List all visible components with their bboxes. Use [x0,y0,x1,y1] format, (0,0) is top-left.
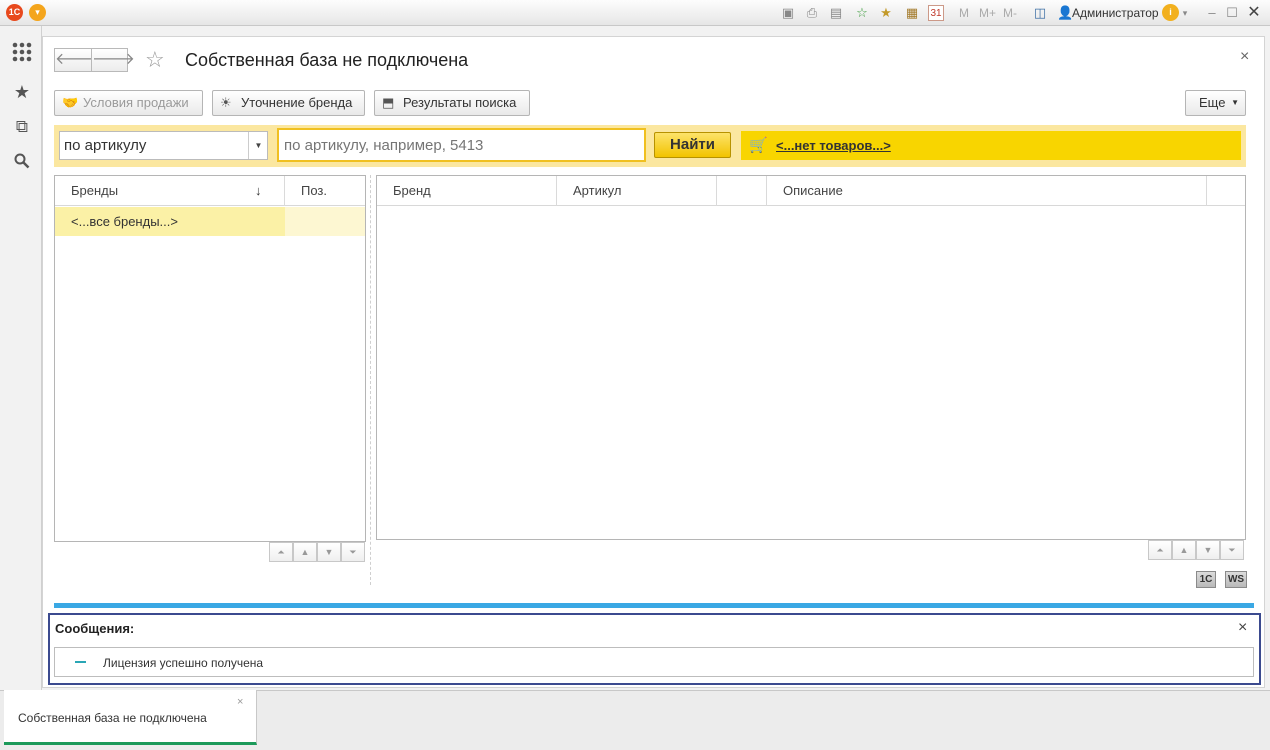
m-minus-button[interactable]: M- [1003,6,1017,20]
column-header-pos[interactable]: Поз. [285,176,365,206]
sale-terms-button[interactable]: 🤝 Условия продажи [54,90,203,116]
message-dash-icon [75,661,86,663]
close-window-icon[interactable]: ✕ [1246,5,1262,21]
more-label: Еще [1199,95,1226,110]
box-icon: ⬒ [382,95,395,110]
calendar-icon[interactable]: 31 [928,5,944,21]
search-mode-select[interactable]: по артикулу ▼ [59,131,268,160]
m-button[interactable]: M [959,6,969,20]
column-header-brands[interactable]: Бренды [55,176,285,206]
brand-refine-button[interactable]: ☀ Уточнение бренда [212,90,365,116]
brand-cell: <...все бренды...> [55,207,285,236]
info-icon[interactable]: i [1162,4,1179,21]
more-button[interactable]: Еще ▼ [1185,90,1246,116]
search-input[interactable] [277,128,646,162]
search-results-label: Результаты поиска [403,95,517,110]
scroll-bottom-icon[interactable]: ⏷ [341,542,365,562]
main-menu-icon[interactable]: ▾ [29,4,46,21]
pos-cell [285,207,365,236]
print-preview-icon[interactable]: ▤ [828,5,844,21]
scroll-down-icon[interactable]: ▼ [317,542,341,562]
minimize-icon[interactable]: – [1204,5,1220,21]
calendar-day: 31 [930,8,942,19]
results-table: Бренд Артикул Описание [376,175,1246,540]
page-title: Собственная база не подключена [185,50,469,70]
brand-refine-label: Уточнение бренда [241,95,353,110]
find-button[interactable]: Найти [654,132,731,158]
scroll-up-icon[interactable]: ▲ [293,542,317,562]
ws-badge-button[interactable]: WS [1225,571,1247,588]
print-icon[interactable]: ⎙ [804,5,820,21]
scroll-top-icon[interactable]: ⏶ [269,542,293,562]
chevron-down-icon[interactable]: ▼ [248,132,268,159]
handshake-icon: 🤝 [62,95,79,110]
app-logo-text: 1С [8,7,21,17]
favorites-star-icon[interactable]: ★ [11,81,33,103]
column-label-brands: Бренды [71,183,119,198]
search-mode-value: по артикулу [64,137,147,154]
app-logo-icon[interactable]: 1С [6,4,23,21]
message-text: Лицензия успешно получена [103,656,264,670]
more-dropdown-icon: ▼ [1231,98,1239,107]
table-row[interactable]: <...все бренды...> [55,207,365,236]
brands-table: Бренды ↓ Поз. <...все бренды...> [54,175,366,542]
column-label-brand: Бренд [393,183,431,198]
user-icon: 👤 [1057,5,1074,20]
splitter[interactable] [370,175,371,585]
maximize-icon[interactable]: ☐ [1224,5,1240,21]
column-header-brand[interactable]: Бренд [377,176,557,206]
sort-arrow-icon: ↓ [255,183,262,198]
tab-label: Собственная база не подключена [18,711,207,725]
search-icon[interactable] [11,153,33,175]
column-header-description[interactable]: Описание [767,176,1207,206]
window-title-bar: 1С ▾ ▣ ⎙ ▤ ☆ ★ ▦ 31 M M+ M- ◫ 👤 Админист… [0,0,1270,26]
cart-link[interactable]: <...нет товаров...> [776,138,891,153]
column-header-article[interactable]: Артикул [557,176,717,206]
results-scroll-down-icon[interactable]: ▼ [1196,540,1220,560]
m-plus-button[interactable]: M+ [979,6,996,20]
results-scroll-bottom-icon[interactable]: ⏷ [1220,540,1244,560]
form-close-icon[interactable]: × [1240,48,1249,66]
save-icon[interactable]: ▣ [780,5,796,21]
messages-divider[interactable] [54,603,1254,608]
sale-terms-label: Условия продажи [83,95,189,110]
cart-bar: 🛒 <...нет товаров...> [741,131,1241,160]
calculator-icon[interactable]: ▦ [904,5,920,21]
back-button[interactable]: 🡐 [54,48,98,72]
favorites-icon[interactable]: ★ [878,5,894,21]
lightbulb-icon: ☀ [220,95,232,110]
results-scroll-top-icon[interactable]: ⏶ [1148,540,1172,560]
column-label-description: Описание [783,183,843,198]
add-favorite-icon[interactable]: ☆ [854,5,870,21]
user-name[interactable]: Администратор [1072,6,1159,20]
forward-button[interactable]: 🡒 [91,48,135,72]
column-label-pos: Поз. [301,183,327,198]
history-icon[interactable]: ⧉ [11,116,33,138]
message-item[interactable]: Лицензия успешно получена [54,647,1254,677]
messages-title: Сообщения: [55,621,135,636]
cart-icon: 🛒 [749,137,768,154]
tab-close-icon[interactable]: × [237,696,243,708]
messages-close-icon[interactable]: × [1238,619,1247,637]
column-header-blank[interactable] [717,176,767,206]
info-dropdown-icon[interactable]: ▾ [1179,5,1191,21]
onec-badge-button[interactable]: 1C [1196,571,1216,588]
favorite-star-icon[interactable]: ☆ [145,48,165,72]
apps-grid-icon[interactable] [11,42,33,64]
column-label-article: Артикул [573,183,622,198]
tab-active-form[interactable]: Собственная база не подключена × [4,690,257,745]
panels-icon[interactable]: ◫ [1032,5,1048,21]
results-scroll-up-icon[interactable]: ▲ [1172,540,1196,560]
left-sidebar: ★ ⧉ [0,26,42,690]
search-results-button[interactable]: ⬒ Результаты поиска [374,90,530,116]
